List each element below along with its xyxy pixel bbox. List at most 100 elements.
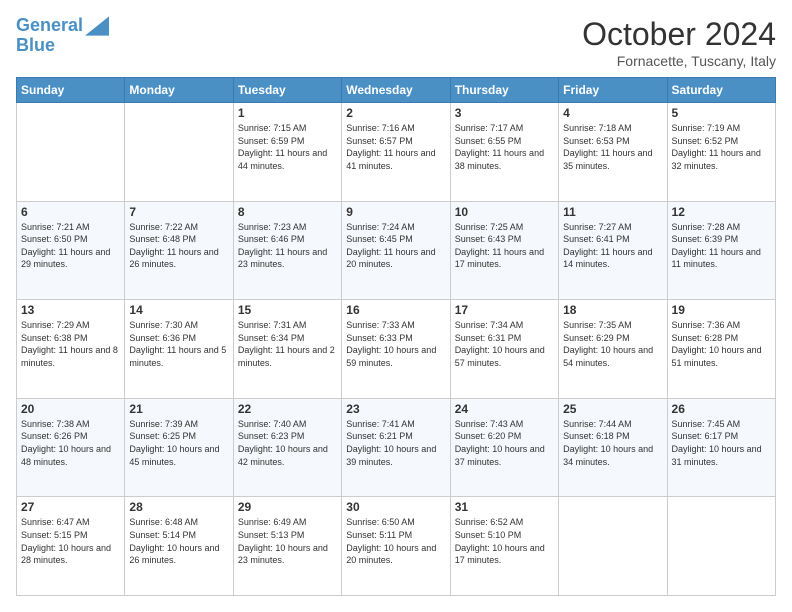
calendar-cell <box>667 497 775 596</box>
day-number: 31 <box>455 500 554 514</box>
calendar-cell: 19Sunrise: 7:36 AM Sunset: 6:28 PM Dayli… <box>667 300 775 399</box>
logo-text: General <box>16 16 83 36</box>
calendar-cell <box>17 103 125 202</box>
calendar-cell: 16Sunrise: 7:33 AM Sunset: 6:33 PM Dayli… <box>342 300 450 399</box>
day-number: 20 <box>21 402 120 416</box>
day-info: Sunrise: 6:52 AM Sunset: 5:10 PM Dayligh… <box>455 516 554 566</box>
day-info: Sunrise: 7:41 AM Sunset: 6:21 PM Dayligh… <box>346 418 445 468</box>
day-number: 6 <box>21 205 120 219</box>
calendar-cell: 25 Sunrise: 7:44 AM Sunset: 6:18 PM Dayli… <box>559 398 667 497</box>
calendar-cell: 17Sunrise: 7:34 AM Sunset: 6:31 PM Dayli… <box>450 300 558 399</box>
location: Fornacette, Tuscany, Italy <box>582 53 776 69</box>
day-number: 24 <box>455 402 554 416</box>
title-block: October 2024 Fornacette, Tuscany, Italy <box>582 16 776 69</box>
day-info: Sunrise: 7:44 AM Sunset: 6:18 PM Dayligh… <box>563 418 662 468</box>
calendar-table: SundayMondayTuesdayWednesdayThursdayFrid… <box>16 77 776 596</box>
day-number: 10 <box>455 205 554 219</box>
calendar-cell: 6 Sunrise: 7:21 AM Sunset: 6:50 PM Daylig… <box>17 201 125 300</box>
calendar-cell: 2 Sunrise: 7:16 AM Sunset: 6:57 PM Daylig… <box>342 103 450 202</box>
day-number: 12 <box>672 205 771 219</box>
day-number: 21 <box>129 402 228 416</box>
calendar-cell: 8 Sunrise: 7:23 AM Sunset: 6:46 PM Daylig… <box>233 201 341 300</box>
day-info: Sunrise: 7:36 AM Sunset: 6:28 PM Dayligh… <box>672 319 771 369</box>
calendar-cell: 31 Sunrise: 6:52 AM Sunset: 5:10 PM Dayli… <box>450 497 558 596</box>
day-info: Sunrise: 7:23 AM Sunset: 6:46 PM Dayligh… <box>238 221 337 271</box>
day-info: Sunrise: 7:30 AM Sunset: 6:36 PM Dayligh… <box>129 319 228 369</box>
day-number: 11 <box>563 205 662 219</box>
calendar-week-0: 1 Sunrise: 7:15 AM Sunset: 6:59 PM Daylig… <box>17 103 776 202</box>
day-info: Sunrise: 7:29 AM Sunset: 6:38 PM Dayligh… <box>21 319 120 369</box>
day-number: 2 <box>346 106 445 120</box>
day-number: 3 <box>455 106 554 120</box>
day-info: Sunrise: 7:19 AM Sunset: 6:52 PM Dayligh… <box>672 122 771 172</box>
day-info: Sunrise: 7:22 AM Sunset: 6:48 PM Dayligh… <box>129 221 228 271</box>
calendar-cell: 22Sunrise: 7:40 AM Sunset: 6:23 PM Dayli… <box>233 398 341 497</box>
day-info: Sunrise: 7:34 AM Sunset: 6:31 PM Dayligh… <box>455 319 554 369</box>
day-number: 30 <box>346 500 445 514</box>
day-header-tuesday: Tuesday <box>233 78 341 103</box>
calendar-cell: 10Sunrise: 7:25 AM Sunset: 6:43 PM Dayli… <box>450 201 558 300</box>
calendar-cell: 5 Sunrise: 7:19 AM Sunset: 6:52 PM Daylig… <box>667 103 775 202</box>
calendar-cell: 12 Sunrise: 7:28 AM Sunset: 6:39 PM Dayli… <box>667 201 775 300</box>
day-info: Sunrise: 7:21 AM Sunset: 6:50 PM Dayligh… <box>21 221 120 271</box>
calendar-cell: 23Sunrise: 7:41 AM Sunset: 6:21 PM Dayli… <box>342 398 450 497</box>
day-info: Sunrise: 7:18 AM Sunset: 6:53 PM Dayligh… <box>563 122 662 172</box>
day-info: Sunrise: 7:15 AM Sunset: 6:59 PM Dayligh… <box>238 122 337 172</box>
day-number: 14 <box>129 303 228 317</box>
day-number: 13 <box>21 303 120 317</box>
calendar-cell: 13 Sunrise: 7:29 AM Sunset: 6:38 PM Dayli… <box>17 300 125 399</box>
calendar-cell: 24 Sunrise: 7:43 AM Sunset: 6:20 PM Dayli… <box>450 398 558 497</box>
day-info: Sunrise: 6:48 AM Sunset: 5:14 PM Dayligh… <box>129 516 228 566</box>
calendar-cell <box>125 103 233 202</box>
day-info: Sunrise: 7:31 AM Sunset: 6:34 PM Dayligh… <box>238 319 337 369</box>
calendar-cell: 21 Sunrise: 7:39 AM Sunset: 6:25 PM Dayli… <box>125 398 233 497</box>
day-header-sunday: Sunday <box>17 78 125 103</box>
day-number: 1 <box>238 106 337 120</box>
calendar-week-4: 27Sunrise: 6:47 AM Sunset: 5:15 PM Dayli… <box>17 497 776 596</box>
calendar-week-1: 6 Sunrise: 7:21 AM Sunset: 6:50 PM Daylig… <box>17 201 776 300</box>
calendar-cell: 7 Sunrise: 7:22 AM Sunset: 6:48 PM Daylig… <box>125 201 233 300</box>
calendar-cell: 18 Sunrise: 7:35 AM Sunset: 6:29 PM Dayli… <box>559 300 667 399</box>
day-header-wednesday: Wednesday <box>342 78 450 103</box>
day-info: Sunrise: 7:35 AM Sunset: 6:29 PM Dayligh… <box>563 319 662 369</box>
day-number: 28 <box>129 500 228 514</box>
calendar-cell <box>559 497 667 596</box>
calendar-cell: 9Sunrise: 7:24 AM Sunset: 6:45 PM Daylig… <box>342 201 450 300</box>
logo-icon <box>85 16 109 36</box>
page: General Blue October 2024 Fornacette, Tu… <box>0 0 792 612</box>
day-info: Sunrise: 6:49 AM Sunset: 5:13 PM Dayligh… <box>238 516 337 566</box>
day-number: 27 <box>21 500 120 514</box>
calendar-cell: 15 Sunrise: 7:31 AM Sunset: 6:34 PM Dayli… <box>233 300 341 399</box>
day-number: 7 <box>129 205 228 219</box>
day-number: 18 <box>563 303 662 317</box>
day-header-friday: Friday <box>559 78 667 103</box>
day-number: 25 <box>563 402 662 416</box>
day-info: Sunrise: 6:50 AM Sunset: 5:11 PM Dayligh… <box>346 516 445 566</box>
calendar-cell: 4 Sunrise: 7:18 AM Sunset: 6:53 PM Daylig… <box>559 103 667 202</box>
calendar-cell: 27Sunrise: 6:47 AM Sunset: 5:15 PM Dayli… <box>17 497 125 596</box>
calendar-cell: 1 Sunrise: 7:15 AM Sunset: 6:59 PM Daylig… <box>233 103 341 202</box>
day-info: Sunrise: 7:16 AM Sunset: 6:57 PM Dayligh… <box>346 122 445 172</box>
day-number: 15 <box>238 303 337 317</box>
day-info: Sunrise: 7:33 AM Sunset: 6:33 PM Dayligh… <box>346 319 445 369</box>
day-number: 4 <box>563 106 662 120</box>
day-info: Sunrise: 7:43 AM Sunset: 6:20 PM Dayligh… <box>455 418 554 468</box>
day-info: Sunrise: 7:45 AM Sunset: 6:17 PM Dayligh… <box>672 418 771 468</box>
day-number: 22 <box>238 402 337 416</box>
calendar-cell: 29 Sunrise: 6:49 AM Sunset: 5:13 PM Dayli… <box>233 497 341 596</box>
day-info: Sunrise: 7:28 AM Sunset: 6:39 PM Dayligh… <box>672 221 771 271</box>
day-number: 29 <box>238 500 337 514</box>
day-number: 9 <box>346 205 445 219</box>
day-number: 8 <box>238 205 337 219</box>
calendar-cell: 20Sunrise: 7:38 AM Sunset: 6:26 PM Dayli… <box>17 398 125 497</box>
calendar-cell: 30 Sunrise: 6:50 AM Sunset: 5:11 PM Dayli… <box>342 497 450 596</box>
logo-general: General <box>16 15 83 35</box>
day-info: Sunrise: 7:27 AM Sunset: 6:41 PM Dayligh… <box>563 221 662 271</box>
calendar-cell: 11 Sunrise: 7:27 AM Sunset: 6:41 PM Dayli… <box>559 201 667 300</box>
day-info: Sunrise: 7:17 AM Sunset: 6:55 PM Dayligh… <box>455 122 554 172</box>
day-number: 5 <box>672 106 771 120</box>
day-info: Sunrise: 7:39 AM Sunset: 6:25 PM Dayligh… <box>129 418 228 468</box>
calendar-week-3: 20Sunrise: 7:38 AM Sunset: 6:26 PM Dayli… <box>17 398 776 497</box>
calendar-week-2: 13 Sunrise: 7:29 AM Sunset: 6:38 PM Dayli… <box>17 300 776 399</box>
month-title: October 2024 <box>582 16 776 53</box>
